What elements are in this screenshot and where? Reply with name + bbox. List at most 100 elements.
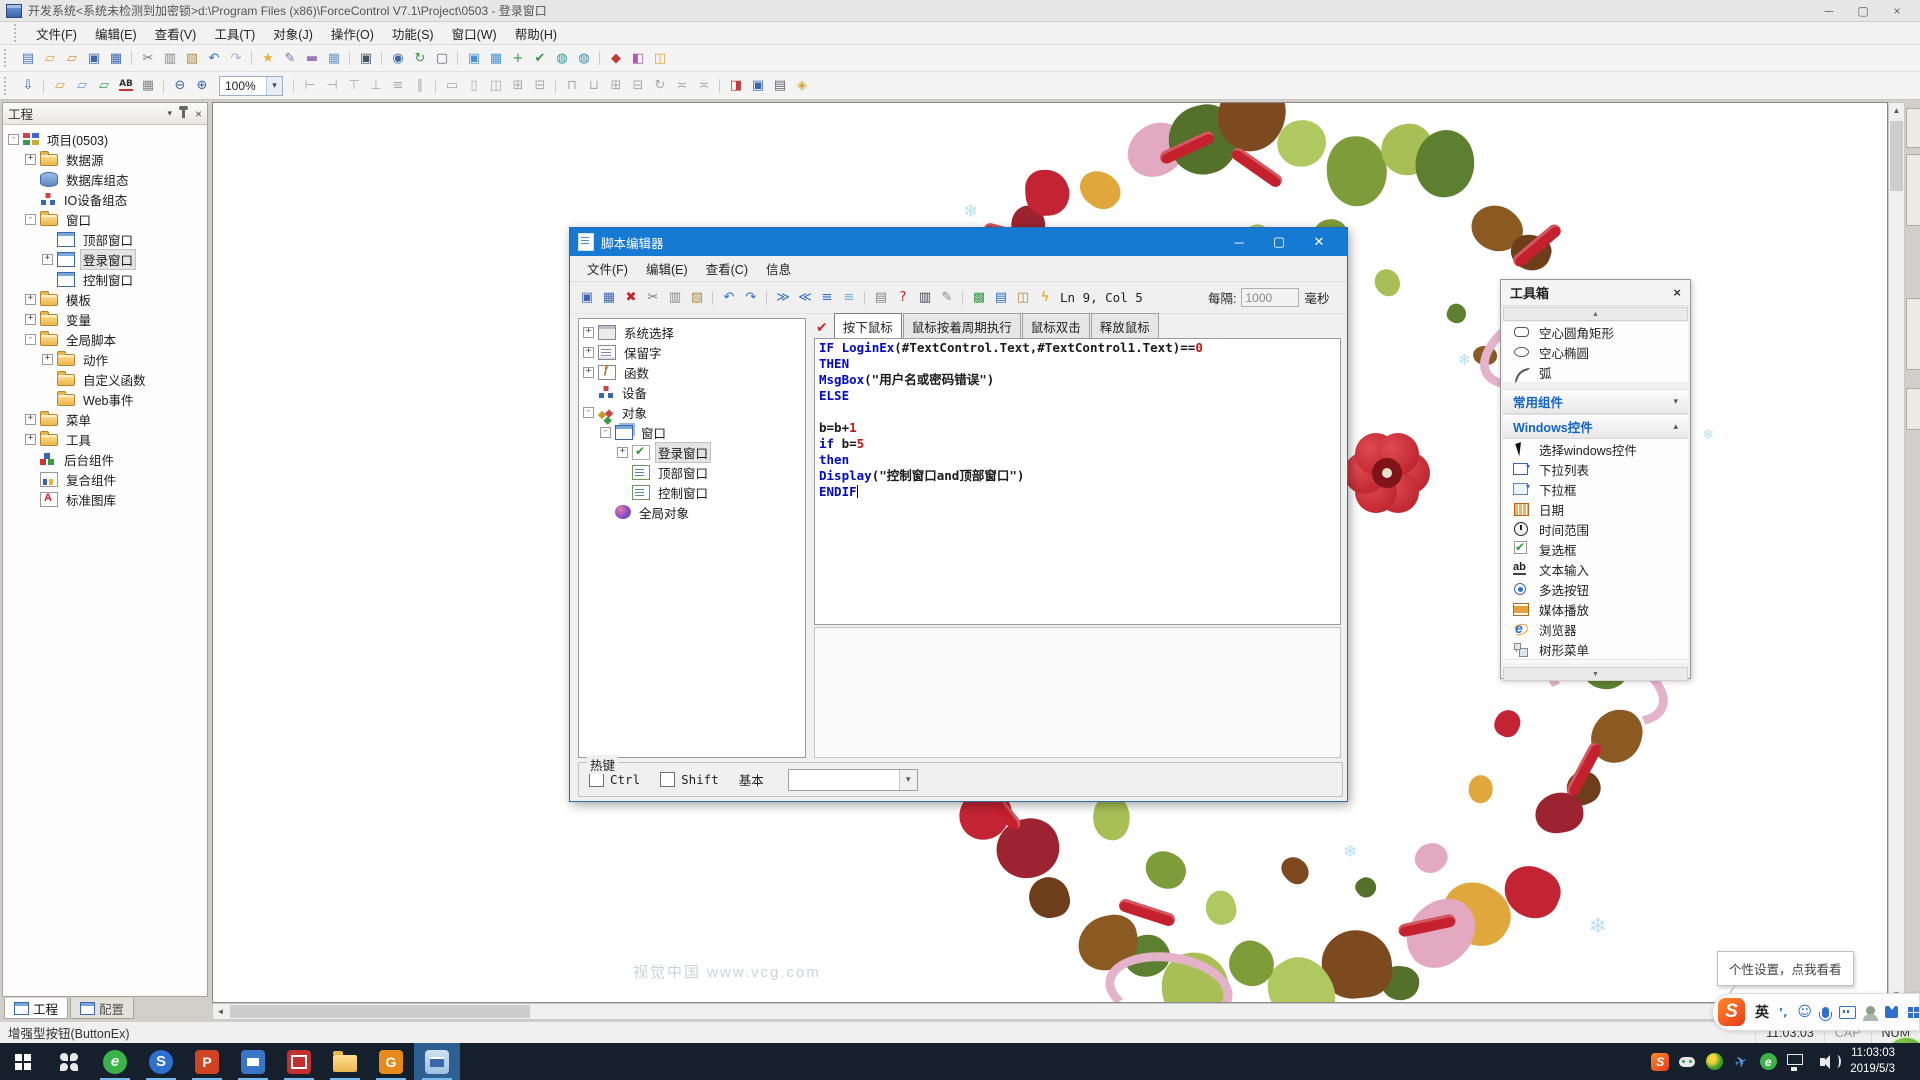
dialog-toolbar-icon-indent[interactable]: ≫ xyxy=(773,288,793,308)
dialog-toolbar-icon-insert-image[interactable]: ▩ xyxy=(969,288,989,308)
code-line[interactable]: Display("控制窗口and顶部窗口") xyxy=(819,468,1340,484)
tree-item[interactable]: - 项目(0503) xyxy=(4,129,206,149)
toolbox-item[interactable]: 文本输入 xyxy=(1503,559,1688,579)
taskbar-app-presentation[interactable] xyxy=(230,1043,276,1080)
menu-item[interactable]: 工具(T) xyxy=(205,21,264,46)
ctrl-checkbox[interactable] xyxy=(589,772,604,787)
menu-item[interactable]: 查看(V) xyxy=(146,21,206,46)
toolbox-item[interactable]: 复选框 xyxy=(1503,539,1688,559)
toolbar-icon-run-check[interactable]: ✔ xyxy=(530,48,550,68)
tree-item[interactable]: 顶部窗口 xyxy=(4,229,206,249)
code-line[interactable]: MsgBox("用户名或密码错误") xyxy=(819,372,1340,388)
vertical-scrollbar[interactable]: ▲ ▼ xyxy=(1888,102,1905,1003)
tree-item[interactable]: IO设备组态 xyxy=(4,189,206,209)
tree-item[interactable]: 顶部窗口 xyxy=(579,462,805,482)
close-icon[interactable]: × xyxy=(195,107,202,121)
pin-icon[interactable] xyxy=(182,109,185,118)
tree-item[interactable]: 后台组件 xyxy=(4,449,206,469)
dialog-toolbar-icon-paste[interactable]: ▧ xyxy=(687,288,707,308)
search-button[interactable] xyxy=(46,1043,92,1080)
tree-item[interactable]: - 窗口 xyxy=(579,422,805,442)
code-line[interactable]: b=b+1 xyxy=(819,420,1340,436)
toolbar-icon-add-item[interactable]: + xyxy=(508,48,528,68)
tree-item[interactable]: Web事件 xyxy=(4,389,206,409)
tree-expander-icon[interactable]: + xyxy=(25,314,36,325)
code-line[interactable]: ELSE xyxy=(819,388,1340,404)
tree-expander-icon[interactable]: + xyxy=(42,354,53,365)
toolbox-grid-icon[interactable] xyxy=(1908,1007,1919,1018)
chevron-down-icon[interactable]: ▾ xyxy=(899,770,917,790)
toolbar-icon-copy[interactable]: ▥ xyxy=(160,48,180,68)
taskbar-app-dictionary[interactable] xyxy=(276,1043,322,1080)
tree-item[interactable]: 标准图库 xyxy=(4,489,206,509)
tree-item[interactable]: 复合组件 xyxy=(4,469,206,489)
panel-tab[interactable]: 工程 xyxy=(4,998,68,1019)
tree-expander-icon[interactable]: - xyxy=(583,407,594,418)
tree-expander-icon[interactable]: - xyxy=(25,214,36,225)
docked-tab[interactable] xyxy=(1906,388,1920,430)
tree-item[interactable]: + 菜单 xyxy=(4,409,206,429)
tray-network-icon[interactable] xyxy=(1786,1053,1804,1071)
keyboard-icon[interactable] xyxy=(1839,1006,1856,1019)
tree-expander-icon[interactable]: + xyxy=(25,154,36,165)
toolbar-icon-folder-link[interactable]: ▱ xyxy=(72,76,92,96)
chevron-down-icon[interactable]: ▾ xyxy=(266,77,282,95)
toolbar-icon-redo[interactable]: ↷ xyxy=(226,48,246,68)
punctuation-icon[interactable]: ’, xyxy=(1779,1006,1787,1019)
minimize-button[interactable]: ─ xyxy=(1812,1,1846,21)
maximize-button[interactable]: ▢ xyxy=(1846,1,1880,21)
toolbar-icon-folder-check[interactable]: ▱ xyxy=(94,76,114,96)
tree-item[interactable]: 数据库组态 xyxy=(4,169,206,189)
tray-bird-icon[interactable]: ✈ xyxy=(1730,1050,1753,1073)
menu-item[interactable]: 操作(O) xyxy=(322,21,383,46)
dialog-toolbar-icon-delete[interactable]: ✖ xyxy=(621,288,641,308)
tree-item[interactable]: 控制窗口 xyxy=(579,482,805,502)
skin-icon[interactable] xyxy=(1885,1006,1899,1018)
zoom-combo[interactable]: 100% ▾ xyxy=(219,76,283,96)
toolbar-icon-cut[interactable]: ✂ xyxy=(138,48,158,68)
toolbar-icon-grid[interactable]: ▦ xyxy=(138,76,158,96)
toolbar-icon-display-screen[interactable]: ▣ xyxy=(748,76,768,96)
dialog-menu-item[interactable]: 文件(F) xyxy=(578,256,637,281)
toolbar-icon-ab-text[interactable]: AB xyxy=(116,76,136,96)
tree-expander-icon[interactable]: + xyxy=(583,367,594,378)
toolbar-icon-align-top[interactable]: ⊤ xyxy=(344,76,364,96)
toolbar-icon-flip-vertical[interactable]: ≍ xyxy=(694,76,714,96)
tree-expander-icon[interactable]: - xyxy=(600,427,611,438)
toolbox-section-common[interactable]: 常用组件 ▾ xyxy=(1503,389,1688,414)
docked-tab[interactable] xyxy=(1906,298,1920,370)
tree-item[interactable]: - 对象 xyxy=(579,402,805,422)
tree-item[interactable]: 自定义函数 xyxy=(4,369,206,389)
window-titlebar[interactable]: 开发系统<系统未检测到加密锁>d:\Program Files (x86)\Fo… xyxy=(0,0,1920,22)
tree-expander-icon[interactable]: + xyxy=(583,327,594,338)
close-icon[interactable]: × xyxy=(1673,285,1681,300)
event-tab[interactable]: 按下鼠标 xyxy=(834,313,902,339)
toolbar-icon-refresh[interactable]: ↻ xyxy=(410,48,430,68)
tree-expander-icon[interactable]: + xyxy=(617,447,628,458)
dialog-toolbar-icon-save[interactable]: ▣ xyxy=(577,288,597,308)
close-button[interactable]: × xyxy=(1880,1,1914,21)
taskbar-app-pdf[interactable]: G xyxy=(368,1043,414,1080)
horizontal-scrollbar[interactable]: ◄ ► xyxy=(212,1003,1905,1020)
dialog-toolbar-icon-insert-control[interactable]: ▤ xyxy=(871,288,891,308)
tray-security-icon[interactable] xyxy=(1705,1053,1723,1071)
code-line[interactable]: THEN xyxy=(819,356,1340,372)
dialog-toolbar-icon-package[interactable]: ◫ xyxy=(1013,288,1033,308)
toolbar-icon-rotate[interactable]: ↻ xyxy=(650,76,670,96)
toolbar-icon-window-grid[interactable]: ▦ xyxy=(486,48,506,68)
dialog-toolbar-icon-compile-bolt[interactable]: ϟ xyxy=(1035,288,1055,308)
dialog-toolbar-icon-insert-column[interactable]: ▥ xyxy=(915,288,935,308)
dialog-toolbar-icon-edit-script[interactable]: ▤ xyxy=(991,288,1011,308)
toolbar-icon-save-all[interactable]: ▦ xyxy=(106,48,126,68)
taskbar-app-explorer[interactable] xyxy=(322,1043,368,1080)
emoji-icon[interactable]: ☺ xyxy=(1797,1004,1812,1020)
toolbox-item[interactable]: 浏览器 xyxy=(1503,619,1688,639)
toolbar-icon-edit-tool[interactable]: ✎ xyxy=(280,48,300,68)
toolbar-icon-monitor[interactable]: ▣ xyxy=(356,48,376,68)
toolbar-icon-align-left[interactable]: ⊢ xyxy=(300,76,320,96)
chevron-up-icon[interactable]: ▴ xyxy=(1673,421,1678,432)
tree-expander-icon[interactable]: + xyxy=(583,347,594,358)
chevron-down-icon[interactable]: ▾ xyxy=(167,108,172,119)
toolbar-icon-web[interactable]: ◍ xyxy=(552,48,572,68)
toolbar-icon-new-project[interactable]: ▤ xyxy=(18,48,38,68)
